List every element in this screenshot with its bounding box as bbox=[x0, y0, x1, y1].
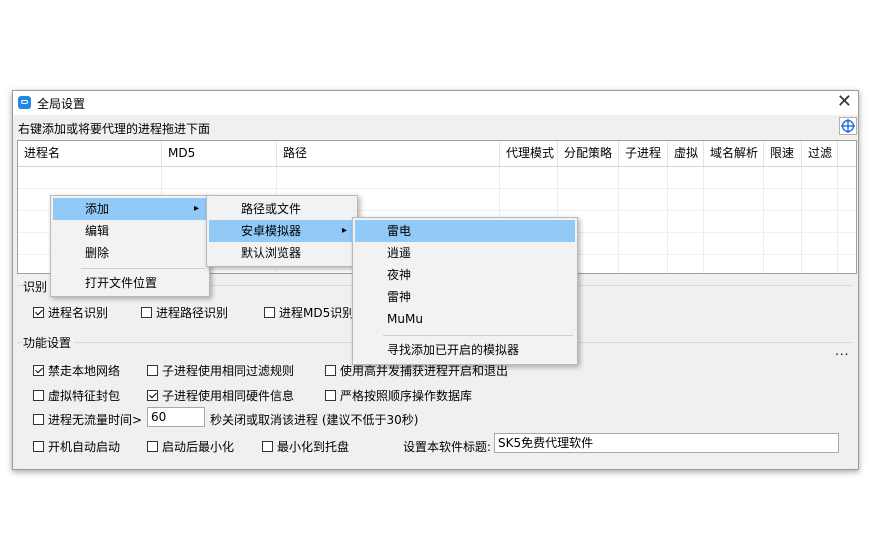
features-group-label: 功能设置 bbox=[23, 334, 75, 351]
child-same-filter-checkbox[interactable]: 子进程使用相同过滤规则 bbox=[147, 362, 294, 379]
menu-item-delete[interactable]: 删除 bbox=[53, 242, 207, 264]
recognize-by-path-checkbox[interactable]: 进程路径识别 bbox=[141, 304, 228, 321]
column-header[interactable]: 子进程 bbox=[619, 141, 668, 166]
submenu-item-default-browser[interactable]: 默认浏览器 bbox=[209, 242, 355, 264]
crosshair-add-button[interactable] bbox=[839, 117, 857, 135]
strict-db-order-checkbox[interactable]: 严格按照顺序操作数据库 bbox=[325, 387, 472, 404]
recognition-group-label: 识别 bbox=[23, 278, 51, 295]
child-same-hardware-checkbox[interactable]: 子进程使用相同硬件信息 bbox=[147, 387, 294, 404]
menu-item-edit[interactable]: 编辑 bbox=[53, 220, 207, 242]
minimize-to-tray-checkbox[interactable]: 最小化到托盘 bbox=[262, 438, 349, 455]
chevron-right-icon: ▸ bbox=[341, 225, 347, 236]
emulator-item-leishen[interactable]: 雷神 bbox=[355, 286, 575, 308]
column-header[interactable]: 域名解析 bbox=[704, 141, 764, 166]
column-header[interactable]: 过滤 bbox=[802, 141, 838, 166]
start-minimized-checkbox[interactable]: 启动后最小化 bbox=[147, 438, 234, 455]
emulator-item-find-running[interactable]: 寻找添加已开启的模拟器 bbox=[355, 339, 575, 361]
idle-seconds-input[interactable]: 60 bbox=[147, 407, 205, 427]
close-button[interactable]: ✕ bbox=[837, 92, 852, 112]
column-header[interactable]: 进程名 bbox=[18, 141, 162, 166]
menu-separator bbox=[81, 268, 205, 269]
menu-item-add[interactable]: 添加 ▸ bbox=[53, 198, 207, 220]
column-header[interactable]: 代理模式 bbox=[500, 141, 558, 166]
window-title: 全局设置 bbox=[37, 97, 86, 111]
drag-hint: 右键添加或将要代理的进程拖进下面 bbox=[18, 122, 211, 136]
idle-timeout-suffix: 秒关闭或取消该进程 (建议不低于30秒) bbox=[210, 413, 419, 427]
column-header[interactable]: MD5 bbox=[162, 141, 277, 166]
emulator-item-mumu[interactable]: MuMu bbox=[355, 308, 575, 330]
emulator-submenu: 雷电 逍遥 夜神 雷神 MuMu 寻找添加已开启的模拟器 bbox=[352, 217, 578, 365]
submenu-item-path[interactable]: 路径或文件 bbox=[209, 198, 355, 220]
column-header[interactable]: 路径 bbox=[277, 141, 500, 166]
context-menu: 添加 ▸ 编辑 删除 打开文件位置 bbox=[50, 195, 210, 297]
chevron-right-icon: ▸ bbox=[193, 203, 199, 214]
crosshair-icon bbox=[841, 119, 855, 133]
software-title-label: 设置本软件标题: bbox=[403, 440, 492, 454]
block-local-network-checkbox[interactable]: 禁走本地网络 bbox=[33, 362, 120, 379]
submenu-item-android-emulator[interactable]: 安卓模拟器 ▸ bbox=[209, 220, 355, 242]
recognize-by-md5-checkbox[interactable]: 进程MD5识别 bbox=[264, 304, 354, 321]
virtual-feature-packet-checkbox[interactable]: 虚拟特征封包 bbox=[33, 387, 120, 404]
column-header[interactable]: 分配策略 bbox=[558, 141, 619, 166]
emulator-item-xiaoyao[interactable]: 逍遥 bbox=[355, 242, 575, 264]
software-title-input[interactable]: SK5免费代理软件 bbox=[494, 433, 839, 453]
title-bar: 全局设置 ✕ bbox=[13, 91, 858, 115]
emulator-item-leidian[interactable]: 雷电 bbox=[355, 220, 575, 242]
app-icon bbox=[18, 96, 31, 109]
idle-timeout-checkbox[interactable]: 进程无流量时间> bbox=[33, 411, 142, 428]
menu-item-open-location[interactable]: 打开文件位置 bbox=[53, 272, 207, 294]
add-submenu: 路径或文件 安卓模拟器 ▸ 默认浏览器 bbox=[206, 195, 358, 267]
menu-separator bbox=[383, 335, 573, 336]
column-header[interactable]: 限速 bbox=[764, 141, 802, 166]
more-options-button[interactable]: ... bbox=[835, 344, 849, 358]
emulator-item-yeshen[interactable]: 夜神 bbox=[355, 264, 575, 286]
column-header[interactable]: 虚拟 bbox=[668, 141, 704, 166]
auto-start-checkbox[interactable]: 开机自动启动 bbox=[33, 438, 120, 455]
recognize-by-name-checkbox[interactable]: 进程名识别 bbox=[33, 304, 108, 321]
